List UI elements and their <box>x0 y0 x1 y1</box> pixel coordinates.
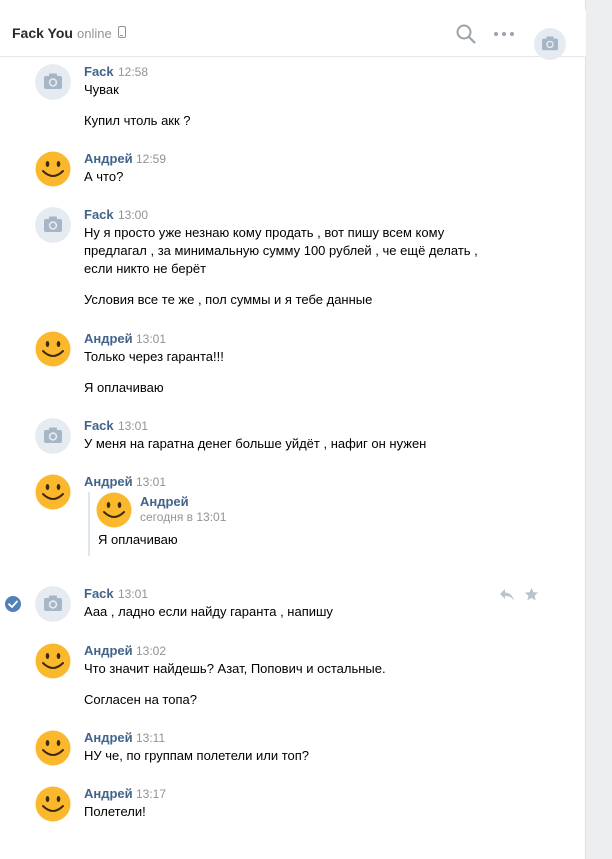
message-text: Я оплачиваю <box>84 380 164 395</box>
message-author[interactable]: Андрей <box>84 786 133 801</box>
message-time[interactable]: 13:01 <box>118 587 148 601</box>
forwarded-message[interactable]: Андрей сегодня в 13:01 Я оплачиваю <box>88 492 388 556</box>
message-time[interactable]: 13:01 <box>136 475 166 489</box>
smiley-avatar-icon[interactable] <box>35 151 71 187</box>
smiley-avatar-icon[interactable] <box>35 643 71 679</box>
camera-avatar-icon[interactable] <box>35 64 71 100</box>
message-text: Полетели! <box>84 804 146 819</box>
message-author[interactable]: Андрей <box>84 331 133 346</box>
message-author[interactable]: Андрей <box>84 730 133 745</box>
online-status: online <box>77 26 112 41</box>
message-author[interactable]: Fack <box>84 586 114 601</box>
chat-title[interactable]: Fack You <box>12 25 73 41</box>
camera-avatar-icon[interactable] <box>35 418 71 454</box>
message-text: Чувак <box>84 82 119 97</box>
message-text: НУ че, по группам полетели или топ? <box>84 748 310 763</box>
message-time[interactable]: 13:11 <box>136 731 165 745</box>
message-text: Только через гаранта!!! <box>84 349 224 364</box>
smiley-avatar-icon[interactable] <box>35 786 71 822</box>
message-author[interactable]: Андрей <box>84 474 133 489</box>
dialog-panel: Fack You online Fack 12:58 Чувак Купил ч… <box>0 0 586 859</box>
message-time[interactable]: 12:58 <box>118 65 148 79</box>
message-time[interactable]: 13:01 <box>136 332 166 346</box>
message-text: Согласен на топа? <box>84 692 197 707</box>
message-author[interactable]: Андрей <box>84 151 133 166</box>
more-icon[interactable] <box>492 23 516 45</box>
forwarded-author[interactable]: Андрей <box>140 494 189 509</box>
message-author[interactable]: Fack <box>84 64 114 79</box>
message-text: если никто не берёт <box>84 261 207 276</box>
message-text: Условия все те же , пол суммы и я тебе д… <box>84 292 373 307</box>
smiley-avatar-icon[interactable] <box>35 474 71 510</box>
message-author[interactable]: Fack <box>84 418 114 433</box>
smiley-avatar-icon[interactable] <box>35 331 71 367</box>
message-time[interactable]: 13:01 <box>118 419 148 433</box>
message-text: предлагал , за минимальную сумму 100 руб… <box>84 243 478 258</box>
reply-icon[interactable] <box>499 588 515 602</box>
message-author[interactable]: Андрей <box>84 643 133 658</box>
chat-avatar-camera-icon[interactable] <box>534 28 566 60</box>
star-icon[interactable] <box>524 587 539 602</box>
message-text: Ааа , ладно если найду гаранта , напишу <box>84 604 333 619</box>
camera-avatar-icon[interactable] <box>35 586 71 622</box>
smiley-avatar-icon[interactable] <box>35 730 71 766</box>
forwarded-text: Я оплачиваю <box>98 532 178 547</box>
message-text: А что? <box>84 169 124 184</box>
phone-icon <box>118 26 126 38</box>
message-author[interactable]: Fack <box>84 207 114 222</box>
message-time[interactable]: 13:00 <box>118 208 148 222</box>
search-icon[interactable] <box>455 23 477 45</box>
message-time[interactable]: 12:59 <box>136 152 166 166</box>
dialog-header: Fack You online <box>0 10 586 60</box>
message-time[interactable]: 13:17 <box>136 787 166 801</box>
message-time[interactable]: 13:02 <box>136 644 166 658</box>
message-text: У меня на гаратна денег больше уйдёт , н… <box>84 436 427 451</box>
message-text: Купил чтоль акк ? <box>84 113 191 128</box>
forwarded-time[interactable]: сегодня в 13:01 <box>140 510 226 524</box>
message-text: Что значит найдешь? Азат, Попович и оста… <box>84 661 386 676</box>
check-icon[interactable] <box>4 595 22 613</box>
message-text: Ну я просто уже незнаю кому продать , во… <box>84 225 445 240</box>
smiley-avatar-icon[interactable] <box>96 492 132 528</box>
camera-avatar-icon[interactable] <box>35 207 71 243</box>
